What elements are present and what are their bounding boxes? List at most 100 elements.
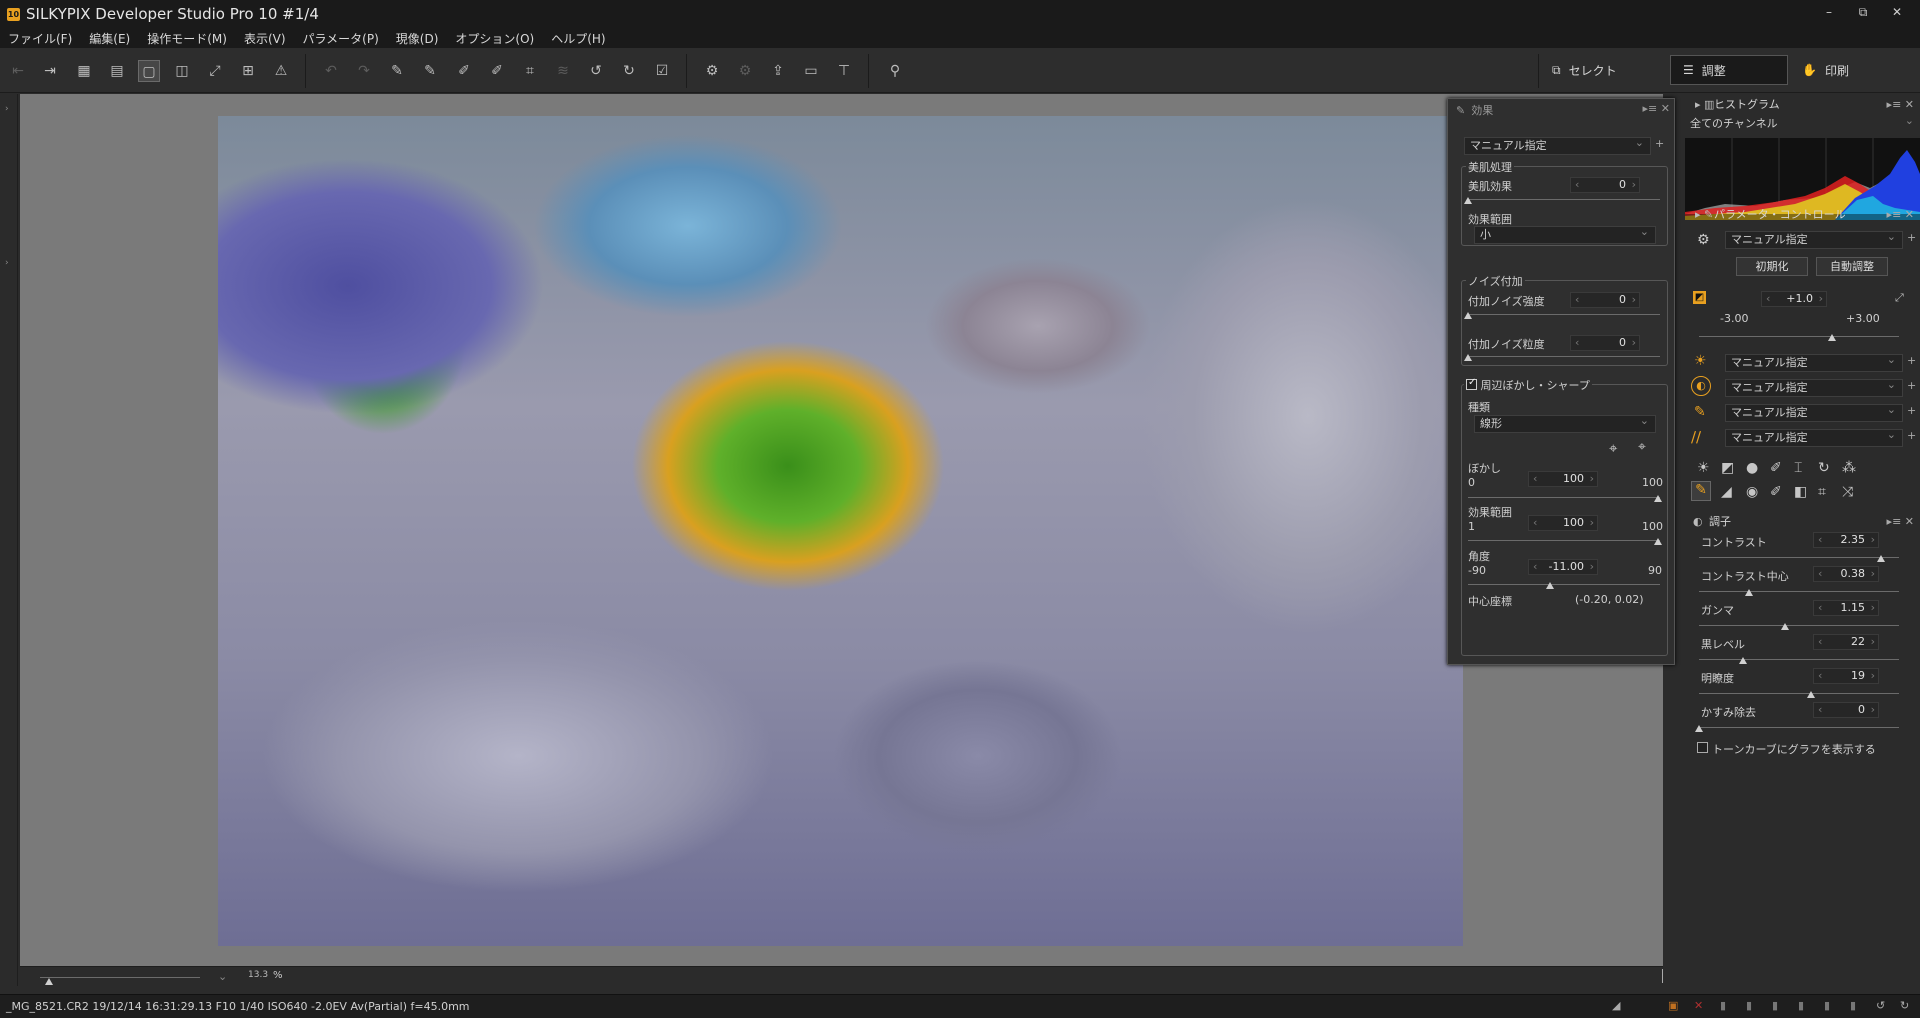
develop-settings-icon[interactable]: ⚙ [701,60,723,82]
image-viewer[interactable] [20,94,1663,966]
effect-tool-icon[interactable]: ✎ [1691,481,1711,501]
color-preset-add-icon[interactable]: + [1907,404,1916,417]
sharpness-preset-dropdown[interactable]: マニュアル指定 [1725,427,1903,447]
tone-row-slider[interactable] [1807,691,1815,698]
prev-image-icon[interactable]: ⇤ [7,60,29,82]
export-icon[interactable]: ⇪ [767,60,789,82]
menu-mode[interactable]: 操作モード(M) [147,30,227,47]
noise-grain-slider[interactable] [1464,354,1472,361]
tone-row-slider[interactable] [1739,657,1747,664]
param-preset-dropdown[interactable]: マニュアル指定 [1725,229,1903,249]
center-pick-icon[interactable]: ⌖ [1638,439,1646,455]
wb-tool-icon[interactable]: ☀ [1697,460,1710,476]
param-control-header[interactable]: ▸ ✎ パラメータ・コントロール ▸≡ ✕ [1685,204,1920,224]
batch-develop-icon[interactable]: ⚙ [734,60,756,82]
close-button[interactable]: ✕ [1880,2,1914,22]
center-target-icon[interactable]: ⌖ [1609,439,1617,457]
menu-help[interactable]: ヘルプ(H) [551,30,605,47]
tone-preset-add-icon[interactable]: + [1907,379,1916,392]
color-preset-icon[interactable]: ✎ [1694,404,1706,420]
tone-row-slider[interactable] [1745,589,1753,596]
status-redo-icon[interactable]: ↻ [1900,999,1909,1012]
skin-effect-stepper[interactable]: 0 [1570,177,1640,193]
status-undo-icon[interactable]: ↺ [1876,999,1885,1012]
exposure-icon[interactable]: ◩ [1693,291,1706,304]
reset-button[interactable]: 初期化 [1736,257,1808,276]
exposure-tool-icon[interactable]: ◩ [1721,460,1734,476]
eraser-icon[interactable]: ✐ [486,60,508,82]
noise-strength-slider[interactable] [1464,312,1472,319]
tone-controls[interactable]: ▸≡ ✕ [1887,515,1914,528]
zoom-value[interactable]: 13.3 [248,970,268,980]
adjust-mode-button[interactable]: ☰ 調整 [1670,55,1788,85]
status-icon-1[interactable]: ◢ [1612,999,1620,1012]
expand-left-icon[interactable]: › [5,104,9,114]
filmstrip-view-icon[interactable]: ▤ [106,60,128,82]
zoom-dropdown-icon[interactable]: ⌄ [218,970,227,983]
fullscreen-icon[interactable]: ⤢ [204,60,226,82]
tone-row-slider[interactable] [1877,555,1885,562]
color-preset-dropdown[interactable]: マニュアル指定 [1725,402,1903,422]
blur-range-slider[interactable] [1654,538,1662,545]
noise-grain-stepper[interactable]: 0 [1570,335,1640,351]
eye-tool-icon[interactable]: ◉ [1746,484,1758,500]
sharpness-preset-add-icon[interactable]: + [1907,429,1916,442]
param-preset-add-icon[interactable]: + [1907,231,1916,244]
eyedropper-gray-icon[interactable]: ✎ [386,60,408,82]
highlight-tool-icon[interactable]: ⁂ [1842,460,1856,476]
tone-row-slider[interactable] [1781,623,1789,630]
sharpness-preset-icon[interactable]: ∕∕ [1691,428,1701,446]
brush-icon[interactable]: ✐ [453,60,475,82]
blur-type-dropdown[interactable]: 線形 [1474,413,1656,433]
gear-icon[interactable]: ⚙ [1697,232,1710,248]
tone-row-stepper[interactable]: 2.35 [1813,532,1879,548]
status-icon-8[interactable]: ▮ [1824,999,1830,1012]
search-icon[interactable]: ⚲ [884,60,906,82]
menu-file[interactable]: ファイル(F) [8,30,72,47]
status-icon-6[interactable]: ▮ [1772,999,1778,1012]
skin-range-dropdown[interactable]: 小 [1474,224,1656,244]
sharpness-tool-icon[interactable]: ✐ [1770,460,1782,476]
exposure-slider[interactable] [1828,334,1837,341]
menu-option[interactable]: オプション(O) [455,30,534,47]
restore-button[interactable]: ⧉ [1846,2,1880,22]
white-balance-icon[interactable]: ☀ [1694,353,1707,369]
status-icon-5[interactable]: ▮ [1746,999,1752,1012]
lens-tool-icon[interactable]: ↻ [1818,460,1830,476]
thumbnail-view-icon[interactable]: ▦ [73,60,95,82]
warning-icon[interactable]: ⚠ [270,60,292,82]
expand-left-icon-2[interactable]: › [5,258,9,268]
status-folder-icon[interactable]: ▣ [1668,999,1678,1012]
tone-row-stepper[interactable]: 1.15 [1813,600,1879,616]
brush-tool-icon[interactable]: ✐ [1770,484,1782,500]
status-icon-9[interactable]: ▮ [1850,999,1856,1012]
redo-icon[interactable]: ↷ [353,60,375,82]
add-preset-icon[interactable]: + [1655,137,1664,150]
skin-effect-slider[interactable] [1464,197,1472,204]
eyedropper-skin-icon[interactable]: ✎ [419,60,441,82]
blur-amount-stepper[interactable]: 100 [1528,471,1598,487]
panel-close-icon[interactable]: ✕ [1661,102,1670,115]
menu-edit[interactable]: 編集(E) [89,30,130,47]
status-icon-4[interactable]: ▮ [1720,999,1726,1012]
screen-icon[interactable]: ▭ [800,60,822,82]
auto-adjust-button[interactable]: 自動調整 [1816,257,1888,276]
param-control-controls[interactable]: ▸≡ ✕ [1887,208,1914,221]
menu-develop[interactable]: 現像(D) [396,30,439,47]
menu-view[interactable]: 表示(V) [244,30,286,47]
layers-tool-icon[interactable]: ◧ [1794,484,1807,500]
channel-dropdown[interactable]: 全てのチャンネル [1685,113,1920,134]
angle-stepper[interactable]: -11.00 [1528,559,1598,575]
select-mode-button[interactable]: ⧉ セレクト [1540,55,1658,85]
grid-icon[interactable]: ⊞ [237,60,259,82]
tone-row-stepper[interactable]: 19 [1813,668,1879,684]
menu-parameter[interactable]: パラメータ(P) [303,30,379,47]
rotate-left-icon[interactable]: ↺ [585,60,607,82]
status-icon-7[interactable]: ▮ [1798,999,1804,1012]
color-tool-icon[interactable]: ● [1746,460,1758,476]
tone-curve-checkbox[interactable] [1697,742,1708,753]
minimize-button[interactable]: – [1812,2,1846,22]
mark-icon[interactable]: ☑ [651,60,673,82]
tone-row-slider[interactable] [1695,725,1703,732]
single-view-icon[interactable]: ▢ [138,60,160,82]
